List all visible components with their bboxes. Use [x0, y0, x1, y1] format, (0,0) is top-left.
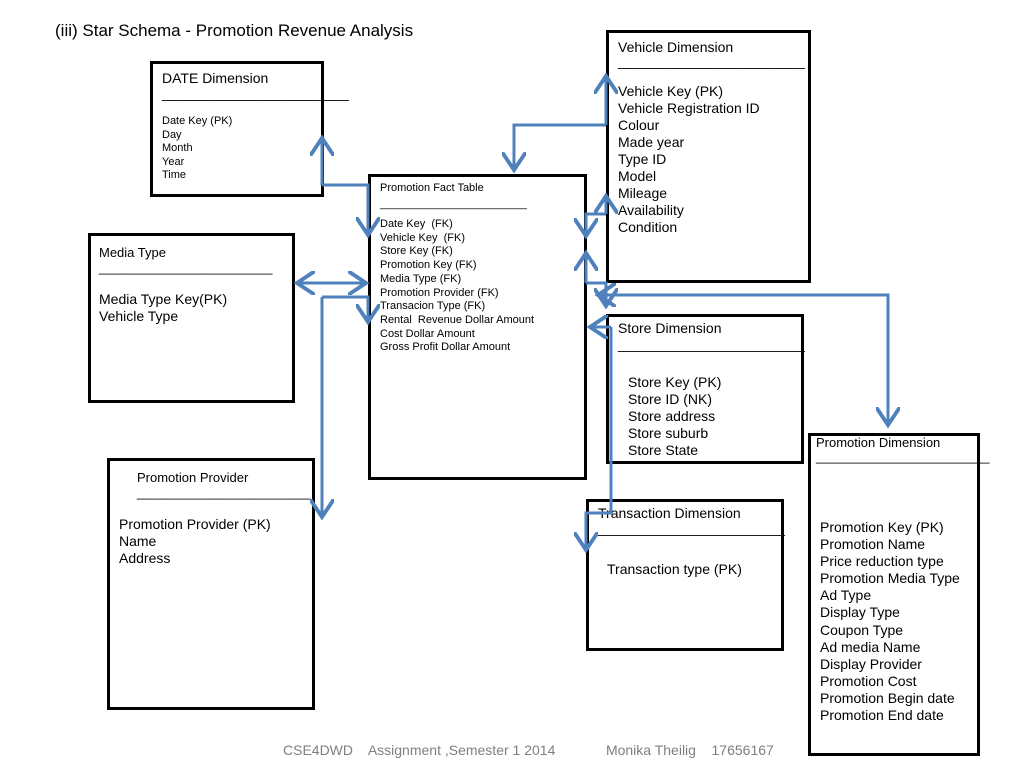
footer: CSE4DWD Assignment ,Semester 1 2014 Moni…: [283, 742, 774, 758]
connector-provider: [322, 295, 368, 322]
footer-assignment: Assignment ,Semester 1 2014: [367, 742, 556, 758]
connector-transaction: [586, 327, 613, 550]
footer-author: Monika Theilig: [605, 742, 696, 758]
relationship-connectors: [0, 0, 1024, 768]
connector-promotion: [598, 293, 888, 425]
footer-course: CSE4DWD: [283, 742, 354, 758]
footer-student-id: 17656167: [711, 742, 774, 758]
connector-vehicle-fact: [514, 123, 606, 170]
connector-vehicle-2: [586, 212, 606, 236]
connector-date: [322, 183, 368, 235]
